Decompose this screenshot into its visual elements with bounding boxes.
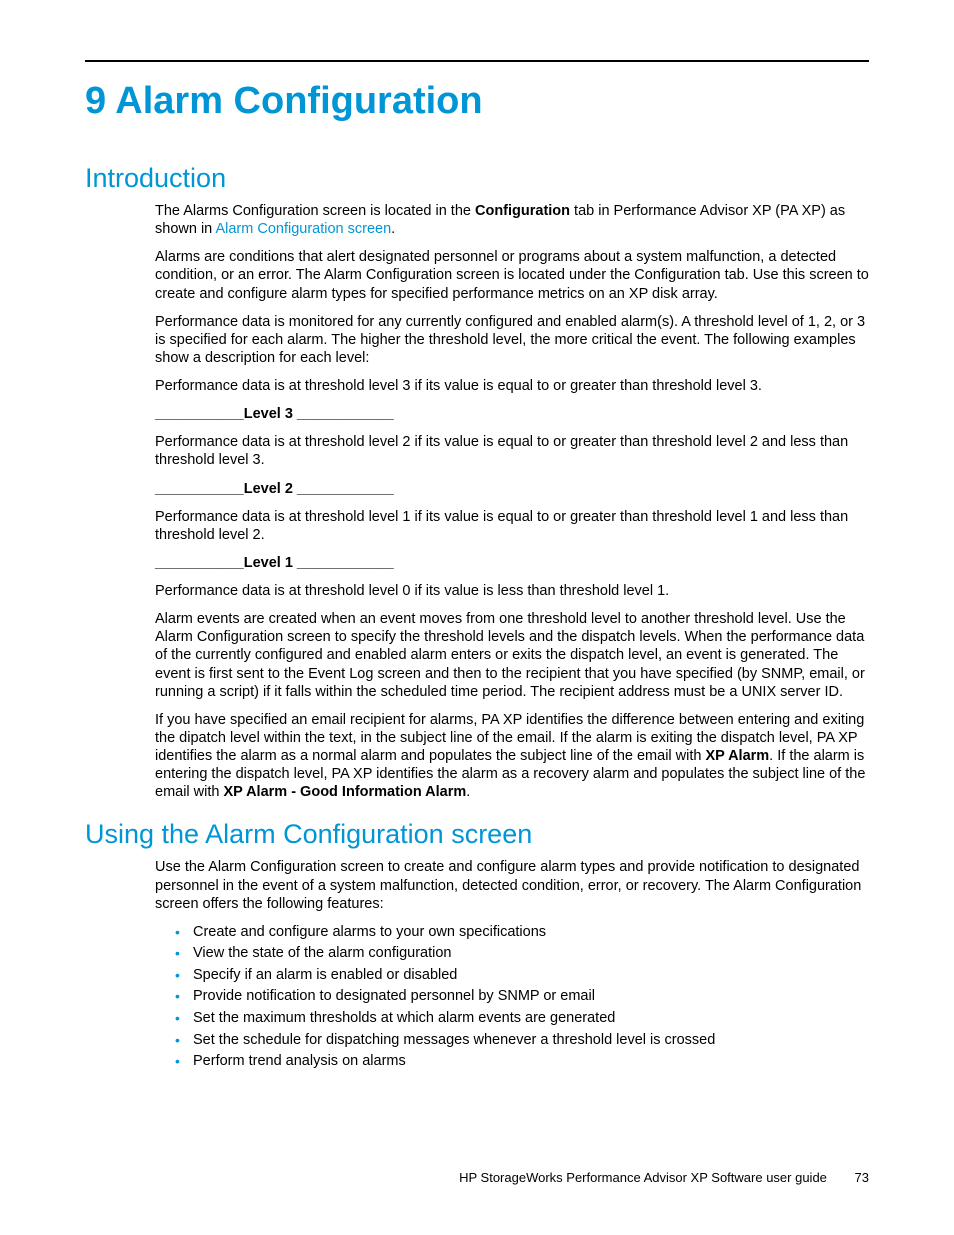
intro-p8: Alarm events are created when an event m…: [155, 610, 869, 701]
bold-text: XP Alarm - Good Information Alarm: [224, 784, 467, 800]
level-3-label: ___________Level 3 ____________: [155, 405, 869, 423]
list-item: Set the maximum thresholds at which alar…: [175, 1009, 869, 1029]
text: The Alarms Configuration screen is locat…: [155, 203, 475, 219]
list-item: Provide notification to designated perso…: [175, 987, 869, 1007]
intro-p1: The Alarms Configuration screen is locat…: [155, 202, 869, 238]
list-item: View the state of the alarm configuratio…: [175, 944, 869, 964]
intro-heading: Introduction: [85, 163, 869, 194]
bold-text: XP Alarm: [706, 748, 770, 764]
alarm-config-screen-link[interactable]: Alarm Configuration screen: [215, 221, 391, 237]
using-p1: Use the Alarm Configuration screen to cr…: [155, 858, 869, 912]
list-item: Specify if an alarm is enabled or disabl…: [175, 966, 869, 986]
text: .: [466, 784, 470, 800]
page-footer: HP StorageWorks Performance Advisor XP S…: [459, 1170, 869, 1185]
list-item: Set the schedule for dispatching message…: [175, 1031, 869, 1051]
using-body: Use the Alarm Configuration screen to cr…: [155, 858, 869, 1071]
page-number: 73: [855, 1170, 869, 1185]
list-item: Create and configure alarms to your own …: [175, 923, 869, 943]
footer-text: HP StorageWorks Performance Advisor XP S…: [459, 1170, 827, 1185]
level-2-label: ___________Level 2 ____________: [155, 480, 869, 498]
intro-p5: Performance data is at threshold level 2…: [155, 433, 869, 469]
intro-p3: Performance data is monitored for any cu…: [155, 313, 869, 367]
intro-p6: Performance data is at threshold level 1…: [155, 508, 869, 544]
intro-p2: Alarms are conditions that alert designa…: [155, 248, 869, 302]
intro-p4: Performance data is at threshold level 3…: [155, 377, 869, 395]
intro-p9: If you have specified an email recipient…: [155, 711, 869, 802]
intro-body: The Alarms Configuration screen is locat…: [155, 202, 869, 801]
chapter-title: 9 Alarm Configuration: [85, 80, 869, 123]
text: .: [391, 221, 395, 237]
level-1-label: ___________Level 1 ____________: [155, 554, 869, 572]
list-item: Perform trend analysis on alarms: [175, 1052, 869, 1072]
top-rule: [85, 60, 869, 62]
using-heading: Using the Alarm Configuration screen: [85, 819, 869, 850]
feature-list: Create and configure alarms to your own …: [175, 923, 869, 1072]
bold-text: Configuration: [475, 203, 570, 219]
page: 9 Alarm Configuration Introduction The A…: [0, 0, 954, 1235]
intro-p7: Performance data is at threshold level 0…: [155, 582, 869, 600]
